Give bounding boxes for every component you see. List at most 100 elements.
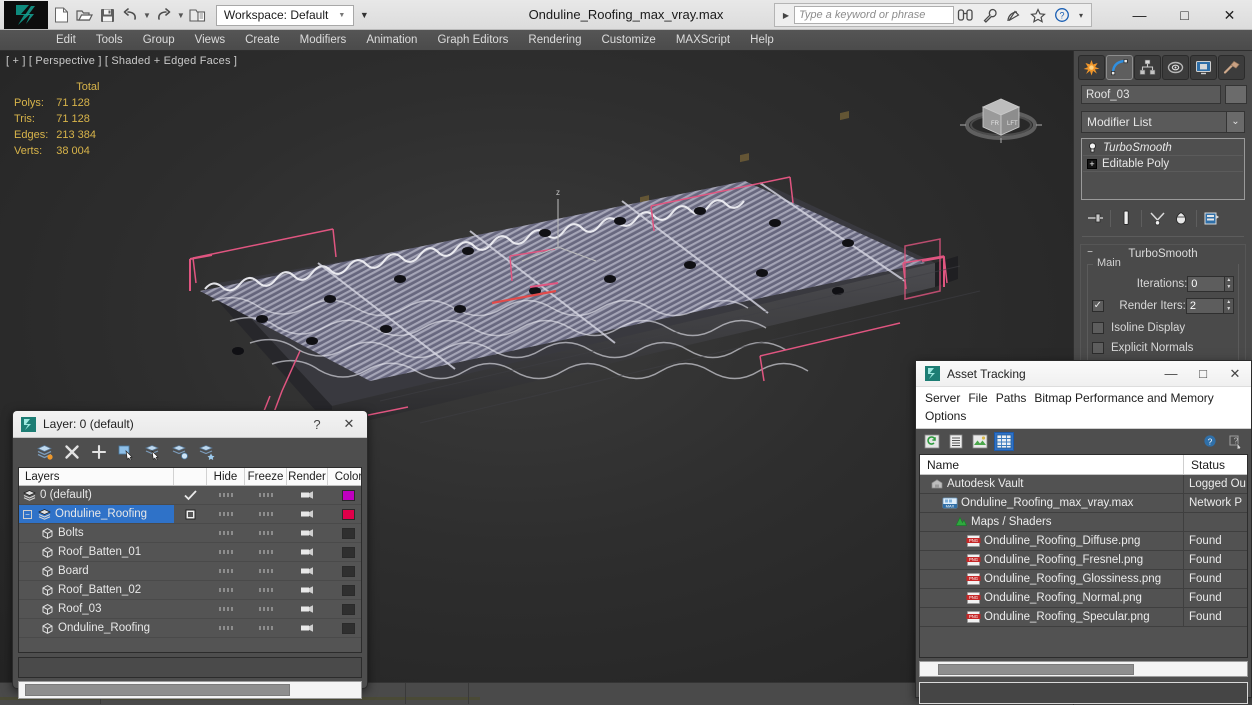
asset-tracking-titlebar[interactable]: Asset Tracking — □ ✕ xyxy=(916,361,1251,387)
asset-name-cell[interactable]: Autodesk Vault xyxy=(920,475,1184,493)
at-menu-options[interactable]: Options xyxy=(925,408,974,424)
freeze-toggle[interactable] xyxy=(245,581,287,599)
layer-color-swatch[interactable] xyxy=(328,600,361,618)
render-toggle[interactable] xyxy=(287,543,328,561)
layer-marker-empty[interactable] xyxy=(174,543,207,561)
render-toggle[interactable] xyxy=(287,505,328,523)
layer-dialog-help-button[interactable]: ? xyxy=(301,412,333,437)
layer-name-cell[interactable]: − Onduline_Roofing xyxy=(19,505,174,523)
render-iters-checkbox[interactable]: ✓ xyxy=(1092,299,1104,312)
layer-row[interactable]: Roof_Batten_01 xyxy=(19,543,361,562)
undo-icon[interactable] xyxy=(119,4,141,26)
asset-row[interactable]: PNG Onduline_Roofing_Specular.png Found xyxy=(920,608,1247,627)
modifier-list-dropdown[interactable]: Modifier List ⌄ xyxy=(1081,111,1245,133)
layer-color-swatch[interactable] xyxy=(328,562,361,580)
render-toggle[interactable] xyxy=(287,524,328,542)
undo-dropdown-icon[interactable]: ▼ xyxy=(142,11,152,20)
make-unique-icon[interactable] xyxy=(1145,208,1169,229)
render-toggle[interactable] xyxy=(287,619,328,637)
render-iters-spinner[interactable]: ▲ ▼ xyxy=(1224,297,1234,314)
scrollbar-thumb[interactable] xyxy=(938,663,1134,675)
help-dropdown-icon[interactable]: ▾ xyxy=(1074,11,1088,20)
layer-name-cell[interactable]: Board xyxy=(19,562,174,580)
asset-row[interactable]: PNG Onduline_Roofing_Normal.png Found xyxy=(920,589,1247,608)
list-view-icon[interactable] xyxy=(946,432,966,451)
at-menu-server[interactable]: Server xyxy=(925,390,968,406)
at-menu-file[interactable]: File xyxy=(968,390,995,406)
menu-create[interactable]: Create xyxy=(235,31,290,49)
menu-views[interactable]: Views xyxy=(185,31,235,49)
asset-name-cell[interactable]: PNG Onduline_Roofing_Normal.png xyxy=(920,589,1184,607)
asset-row[interactable]: Maps / Shaders xyxy=(920,513,1247,532)
new-file-icon[interactable] xyxy=(50,4,72,26)
asset-row[interactable]: PNG Onduline_Roofing_Diffuse.png Found xyxy=(920,532,1247,551)
menu-edit[interactable]: Edit xyxy=(46,31,86,49)
render-toggle[interactable] xyxy=(287,562,328,580)
layer-name-cell[interactable]: 0 (default) xyxy=(19,486,174,504)
at-menu-paths[interactable]: Paths xyxy=(996,390,1035,406)
hide-toggle[interactable] xyxy=(207,600,245,618)
layer-row[interactable]: Board xyxy=(19,562,361,581)
layer-name-cell[interactable]: Roof_03 xyxy=(19,600,174,618)
lightbulb-icon[interactable] xyxy=(1087,142,1098,153)
asset-name-cell[interactable]: PNG Onduline_Roofing_Diffuse.png xyxy=(920,532,1184,550)
asset-name-cell[interactable]: PNG Onduline_Roofing_Specular.png xyxy=(920,608,1184,626)
binoculars-icon[interactable] xyxy=(954,4,978,26)
workspace-selector[interactable]: Workspace: Default ▼ xyxy=(215,4,355,26)
current-layer-check[interactable] xyxy=(174,486,207,504)
layer-color-swatch[interactable] xyxy=(328,505,361,523)
redo-dropdown-icon[interactable]: ▼ xyxy=(176,11,186,20)
layer-toggle-box[interactable] xyxy=(174,505,207,523)
layer-color-swatch[interactable] xyxy=(328,619,361,637)
refresh-icon[interactable] xyxy=(922,432,942,451)
freeze-toggle[interactable] xyxy=(245,600,287,618)
stack-item-editable-poly[interactable]: + Editable Poly xyxy=(1083,156,1243,172)
menu-modifiers[interactable]: Modifiers xyxy=(290,31,357,49)
add-layer-icon[interactable] xyxy=(89,442,108,461)
render-toggle[interactable] xyxy=(287,581,328,599)
layer-marker-empty[interactable] xyxy=(174,562,207,580)
star-icon[interactable] xyxy=(1026,4,1050,26)
menu-animation[interactable]: Animation xyxy=(356,31,427,49)
at-menu-bitmap-performance-and-memory[interactable]: Bitmap Performance and Memory xyxy=(1034,390,1221,406)
asset-name-cell[interactable]: PNG Onduline_Roofing_Glossiness.png xyxy=(920,570,1184,588)
hide-toggle[interactable] xyxy=(207,581,245,599)
asset-row[interactable]: PNG Onduline_Roofing_Glossiness.png Found xyxy=(920,570,1247,589)
add-selected-icon[interactable] xyxy=(170,442,189,461)
asset-horizontal-scrollbar[interactable] xyxy=(919,661,1248,677)
view-cube[interactable]: FR LFT xyxy=(953,73,1049,157)
hide-toggle[interactable] xyxy=(207,486,245,504)
scrollbar-thumb[interactable] xyxy=(25,684,290,696)
layer-color-swatch[interactable] xyxy=(328,581,361,599)
at-minimize-button[interactable]: — xyxy=(1155,361,1187,386)
layer-marker-empty[interactable] xyxy=(174,600,207,618)
at-close-button[interactable]: ✕ xyxy=(1219,361,1251,386)
layer-name-cell[interactable]: Roof_Batten_02 xyxy=(19,581,174,599)
show-end-result-icon[interactable] xyxy=(1114,208,1138,229)
render-toggle[interactable] xyxy=(287,486,328,504)
isoline-display-row[interactable]: Isoline Display xyxy=(1092,318,1234,338)
layer-row[interactable]: Onduline_Roofing xyxy=(19,619,361,638)
delete-layer-icon[interactable] xyxy=(62,442,81,461)
redo-icon[interactable] xyxy=(153,4,175,26)
new-layer-icon[interactable] xyxy=(35,442,54,461)
freeze-toggle[interactable] xyxy=(245,505,287,523)
layer-marker-empty[interactable] xyxy=(174,581,207,599)
select-highlighted-icon[interactable] xyxy=(143,442,162,461)
object-color-swatch[interactable] xyxy=(1225,85,1247,104)
remove-modifier-icon[interactable] xyxy=(1169,208,1193,229)
layer-marker-empty[interactable] xyxy=(174,619,207,637)
asset-grid[interactable]: Name Status Autodesk Vault Logged Ou MAX On… xyxy=(919,454,1248,658)
layer-dialog-titlebar[interactable]: Layer: 0 (default) ? ✕ xyxy=(13,411,367,438)
thumbnail-view-icon[interactable] xyxy=(970,432,990,451)
search-expand-icon[interactable]: ▶ xyxy=(778,11,794,20)
layer-row[interactable]: Roof_Batten_02 xyxy=(19,581,361,600)
layer-name-cell[interactable]: Bolts xyxy=(19,524,174,542)
pin-stack-icon[interactable] xyxy=(1083,208,1107,229)
hide-toggle[interactable] xyxy=(207,562,245,580)
menu-maxscript[interactable]: MAXScript xyxy=(666,31,740,49)
asset-row[interactable]: MAX Onduline_Roofing_max_vray.max Network … xyxy=(920,494,1247,513)
expand-collapse-icon[interactable]: − xyxy=(23,509,32,519)
tab-motion[interactable] xyxy=(1162,55,1189,80)
tab-hierarchy[interactable] xyxy=(1134,55,1161,80)
